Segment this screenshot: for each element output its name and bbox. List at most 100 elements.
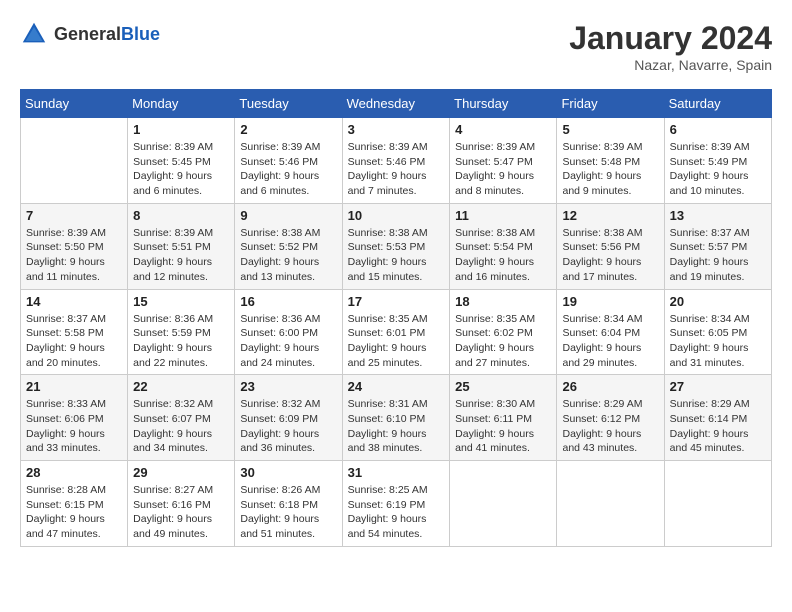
table-row: 10 Sunrise: 8:38 AM Sunset: 5:53 PM Dayli… bbox=[342, 203, 450, 289]
table-row: 13Sunrise: 8:37 AM Sunset: 5:57 PM Dayli… bbox=[664, 203, 771, 289]
day-number: 11 bbox=[455, 208, 551, 223]
day-number: 12 bbox=[562, 208, 658, 223]
day-info: Sunrise: 8:39 AM Sunset: 5:48 PM Dayligh… bbox=[562, 140, 658, 199]
header-monday: Monday bbox=[128, 90, 235, 118]
table-row: 25 Sunrise: 8:30 AM Sunset: 6:11 PM Dayli… bbox=[450, 375, 557, 461]
day-info: Sunrise: 8:29 AM Sunset: 6:14 PM Dayligh… bbox=[670, 397, 766, 456]
table-row: 17 Sunrise: 8:35 AM Sunset: 6:01 PM Dayli… bbox=[342, 289, 450, 375]
day-info: Sunrise: 8:39 AM Sunset: 5:46 PM Dayligh… bbox=[348, 140, 445, 199]
day-info: Sunrise: 8:31 AM Sunset: 6:10 PM Dayligh… bbox=[348, 397, 445, 456]
table-row: 6Sunrise: 8:39 AM Sunset: 5:49 PM Daylig… bbox=[664, 118, 771, 204]
day-number: 29 bbox=[133, 465, 229, 480]
day-number: 26 bbox=[562, 379, 658, 394]
table-row bbox=[450, 461, 557, 547]
day-info: Sunrise: 8:35 AM Sunset: 6:01 PM Dayligh… bbox=[348, 312, 445, 371]
header-sunday: Sunday bbox=[21, 90, 128, 118]
day-number: 3 bbox=[348, 122, 445, 137]
day-number: 14 bbox=[26, 294, 122, 309]
day-number: 15 bbox=[133, 294, 229, 309]
table-row: 31 Sunrise: 8:25 AM Sunset: 6:19 PM Dayli… bbox=[342, 461, 450, 547]
day-info: Sunrise: 8:37 AM Sunset: 5:58 PM Dayligh… bbox=[26, 312, 122, 371]
table-row: 22 Sunrise: 8:32 AM Sunset: 6:07 PM Dayli… bbox=[128, 375, 235, 461]
calendar-title: January 2024 bbox=[569, 20, 772, 57]
table-row bbox=[664, 461, 771, 547]
day-info: Sunrise: 8:28 AM Sunset: 6:15 PM Dayligh… bbox=[26, 483, 122, 542]
calendar-table: Sunday Monday Tuesday Wednesday Thursday… bbox=[20, 89, 772, 547]
calendar-week-row: 14 Sunrise: 8:37 AM Sunset: 5:58 PM Dayli… bbox=[21, 289, 772, 375]
day-info: Sunrise: 8:27 AM Sunset: 6:16 PM Dayligh… bbox=[133, 483, 229, 542]
day-info: Sunrise: 8:36 AM Sunset: 5:59 PM Dayligh… bbox=[133, 312, 229, 371]
day-number: 4 bbox=[455, 122, 551, 137]
table-row: 20Sunrise: 8:34 AM Sunset: 6:05 PM Dayli… bbox=[664, 289, 771, 375]
table-row bbox=[21, 118, 128, 204]
table-row: 28Sunrise: 8:28 AM Sunset: 6:15 PM Dayli… bbox=[21, 461, 128, 547]
header-wednesday: Wednesday bbox=[342, 90, 450, 118]
day-info: Sunrise: 8:38 AM Sunset: 5:52 PM Dayligh… bbox=[240, 226, 336, 285]
day-info: Sunrise: 8:36 AM Sunset: 6:00 PM Dayligh… bbox=[240, 312, 336, 371]
table-row: 2 Sunrise: 8:39 AM Sunset: 5:46 PM Daylig… bbox=[235, 118, 342, 204]
header-thursday: Thursday bbox=[450, 90, 557, 118]
table-row: 30 Sunrise: 8:26 AM Sunset: 6:18 PM Dayli… bbox=[235, 461, 342, 547]
day-number: 27 bbox=[670, 379, 766, 394]
day-number: 17 bbox=[348, 294, 445, 309]
table-row: 8 Sunrise: 8:39 AM Sunset: 5:51 PM Daylig… bbox=[128, 203, 235, 289]
table-row: 3 Sunrise: 8:39 AM Sunset: 5:46 PM Daylig… bbox=[342, 118, 450, 204]
day-info: Sunrise: 8:39 AM Sunset: 5:49 PM Dayligh… bbox=[670, 140, 766, 199]
logo-icon bbox=[20, 20, 48, 48]
table-row: 16Sunrise: 8:36 AM Sunset: 6:00 PM Dayli… bbox=[235, 289, 342, 375]
day-info: Sunrise: 8:35 AM Sunset: 6:02 PM Dayligh… bbox=[455, 312, 551, 371]
day-info: Sunrise: 8:32 AM Sunset: 6:07 PM Dayligh… bbox=[133, 397, 229, 456]
day-number: 9 bbox=[240, 208, 336, 223]
table-row: 21 Sunrise: 8:33 AM Sunset: 6:06 PM Dayli… bbox=[21, 375, 128, 461]
day-number: 7 bbox=[26, 208, 122, 223]
table-row: 27 Sunrise: 8:29 AM Sunset: 6:14 PM Dayli… bbox=[664, 375, 771, 461]
calendar-location: Nazar, Navarre, Spain bbox=[569, 57, 772, 73]
day-info: Sunrise: 8:26 AM Sunset: 6:18 PM Dayligh… bbox=[240, 483, 336, 542]
day-number: 22 bbox=[133, 379, 229, 394]
day-number: 1 bbox=[133, 122, 229, 137]
table-row: 1Sunrise: 8:39 AM Sunset: 5:45 PM Daylig… bbox=[128, 118, 235, 204]
header-tuesday: Tuesday bbox=[235, 90, 342, 118]
logo-text-general: General bbox=[54, 24, 121, 44]
day-info: Sunrise: 8:39 AM Sunset: 5:46 PM Dayligh… bbox=[240, 140, 336, 199]
calendar-week-row: 7 Sunrise: 8:39 AM Sunset: 5:50 PM Daylig… bbox=[21, 203, 772, 289]
day-info: Sunrise: 8:29 AM Sunset: 6:12 PM Dayligh… bbox=[562, 397, 658, 456]
day-number: 25 bbox=[455, 379, 551, 394]
day-number: 21 bbox=[26, 379, 122, 394]
logo-text-blue: Blue bbox=[121, 24, 160, 44]
day-info: Sunrise: 8:25 AM Sunset: 6:19 PM Dayligh… bbox=[348, 483, 445, 542]
day-info: Sunrise: 8:39 AM Sunset: 5:47 PM Dayligh… bbox=[455, 140, 551, 199]
day-info: Sunrise: 8:38 AM Sunset: 5:53 PM Dayligh… bbox=[348, 226, 445, 285]
table-row: 14 Sunrise: 8:37 AM Sunset: 5:58 PM Dayli… bbox=[21, 289, 128, 375]
table-row: 9 Sunrise: 8:38 AM Sunset: 5:52 PM Daylig… bbox=[235, 203, 342, 289]
day-info: Sunrise: 8:39 AM Sunset: 5:50 PM Dayligh… bbox=[26, 226, 122, 285]
table-row: 15 Sunrise: 8:36 AM Sunset: 5:59 PM Dayli… bbox=[128, 289, 235, 375]
page-header: GeneralBlue January 2024 Nazar, Navarre,… bbox=[20, 20, 772, 73]
day-info: Sunrise: 8:34 AM Sunset: 6:05 PM Dayligh… bbox=[670, 312, 766, 371]
table-row: 19Sunrise: 8:34 AM Sunset: 6:04 PM Dayli… bbox=[557, 289, 664, 375]
table-row: 11Sunrise: 8:38 AM Sunset: 5:54 PM Dayli… bbox=[450, 203, 557, 289]
header-saturday: Saturday bbox=[664, 90, 771, 118]
table-row: 12 Sunrise: 8:38 AM Sunset: 5:56 PM Dayli… bbox=[557, 203, 664, 289]
day-number: 13 bbox=[670, 208, 766, 223]
day-info: Sunrise: 8:32 AM Sunset: 6:09 PM Dayligh… bbox=[240, 397, 336, 456]
table-row: 29 Sunrise: 8:27 AM Sunset: 6:16 PM Dayli… bbox=[128, 461, 235, 547]
day-number: 30 bbox=[240, 465, 336, 480]
calendar-week-row: 21 Sunrise: 8:33 AM Sunset: 6:06 PM Dayli… bbox=[21, 375, 772, 461]
day-number: 2 bbox=[240, 122, 336, 137]
day-number: 19 bbox=[562, 294, 658, 309]
logo: GeneralBlue bbox=[20, 20, 160, 48]
weekday-header-row: Sunday Monday Tuesday Wednesday Thursday… bbox=[21, 90, 772, 118]
day-info: Sunrise: 8:30 AM Sunset: 6:11 PM Dayligh… bbox=[455, 397, 551, 456]
table-row: 7 Sunrise: 8:39 AM Sunset: 5:50 PM Daylig… bbox=[21, 203, 128, 289]
day-info: Sunrise: 8:39 AM Sunset: 5:51 PM Dayligh… bbox=[133, 226, 229, 285]
day-number: 10 bbox=[348, 208, 445, 223]
day-number: 18 bbox=[455, 294, 551, 309]
day-info: Sunrise: 8:38 AM Sunset: 5:56 PM Dayligh… bbox=[562, 226, 658, 285]
table-row: 23Sunrise: 8:32 AM Sunset: 6:09 PM Dayli… bbox=[235, 375, 342, 461]
day-number: 31 bbox=[348, 465, 445, 480]
day-info: Sunrise: 8:33 AM Sunset: 6:06 PM Dayligh… bbox=[26, 397, 122, 456]
table-row: 5Sunrise: 8:39 AM Sunset: 5:48 PM Daylig… bbox=[557, 118, 664, 204]
day-number: 8 bbox=[133, 208, 229, 223]
table-row: 26 Sunrise: 8:29 AM Sunset: 6:12 PM Dayli… bbox=[557, 375, 664, 461]
